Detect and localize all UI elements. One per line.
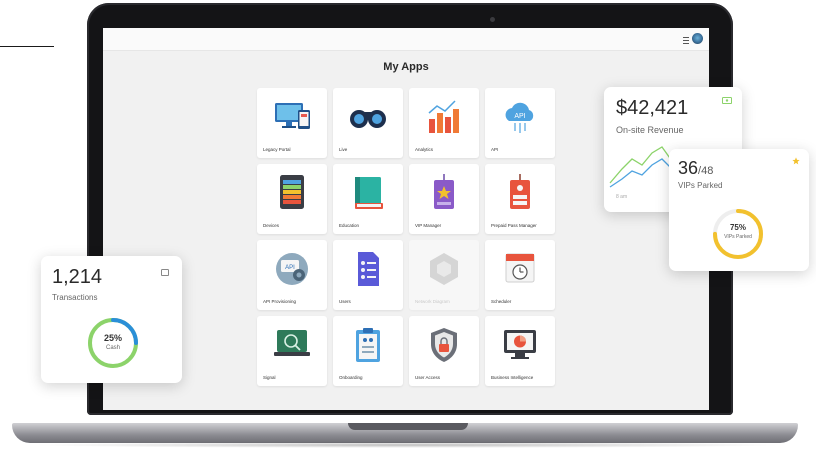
star-icon (792, 157, 800, 165)
revenue-value: $42,421 (616, 97, 689, 119)
app-tile-prepaid-pass-manager[interactable]: Prepaid Pass Manager (485, 164, 555, 234)
transactions-label: Transactions (52, 293, 98, 302)
app-label: Education (339, 223, 360, 228)
network-diagram-icon (430, 253, 458, 285)
app-label: Users (339, 299, 351, 304)
top-bar (103, 28, 709, 51)
monitor-devices-icon (275, 103, 310, 129)
shield-lock-icon (431, 328, 457, 362)
vip-ring-label: VIPs Parked (724, 234, 752, 240)
app-tile-business-intelligence[interactable]: Business Intelligence (485, 316, 555, 386)
app-tile-signal[interactable]: Signal (257, 316, 327, 386)
app-label: Legacy Portal (263, 147, 291, 152)
app-tile-legacy-portal[interactable]: Legacy Portal (257, 88, 327, 158)
page-title: My Apps (383, 61, 429, 73)
laptop-shadow (30, 442, 786, 448)
app-label: VIP Manager (415, 223, 442, 228)
app-label: Onboarding (339, 375, 363, 380)
vip-total: /48 (698, 165, 714, 177)
bi-monitor-icon (504, 330, 536, 359)
clipboard-icon (356, 328, 380, 362)
app-label: User Access (415, 375, 441, 380)
vip-badge-icon (434, 174, 454, 209)
app-tile-scheduler[interactable]: Scheduler (485, 240, 555, 310)
decorative-line (0, 46, 54, 47)
revenue-label: On-site Revenue (616, 125, 684, 135)
tablet-devices-icon (280, 175, 304, 209)
vip-count: 36 (678, 158, 699, 178)
card-icon (161, 269, 169, 276)
avatar[interactable] (692, 33, 703, 44)
app-tile-devices[interactable]: Devices (257, 164, 327, 234)
app-label: API Provisioning (263, 299, 297, 304)
app-tile-vip-manager[interactable]: VIP Manager (409, 164, 479, 234)
pass-tag-icon (510, 174, 530, 209)
app-label: Network Diagram (415, 299, 450, 304)
vip-card: 36/48 VIPs Parked 75% VIPs Parked (669, 149, 809, 271)
cash-icon (722, 97, 732, 104)
menu-icon[interactable] (683, 37, 689, 44)
binoculars-icon (350, 110, 386, 128)
app-label: Live (339, 147, 348, 152)
transactions-card: 1,214 Transactions 25% Cash (41, 256, 182, 383)
app-label: API (491, 147, 499, 152)
app-tile-api[interactable]: API API (485, 88, 555, 158)
book-icon (355, 177, 383, 209)
revenue-time-label: 8 am (616, 194, 628, 200)
app-tile-analytics[interactable]: Analytics (409, 88, 479, 158)
signal-monitor-icon (274, 330, 310, 356)
app-label: Business Intelligence (491, 375, 534, 380)
app-tile-users[interactable]: Users (333, 240, 403, 310)
transactions-value: 1,214 (52, 266, 103, 288)
app-label: Scheduler (491, 299, 512, 304)
app-tile-live[interactable]: Live (333, 88, 403, 158)
svg-text:API: API (285, 265, 295, 271)
vip-ring-value: 75% (729, 223, 746, 232)
app-tile-network-diagram[interactable]: Network Diagram (409, 240, 479, 310)
transactions-ring-label: Cash (105, 345, 120, 351)
app-tile-user-access[interactable]: User Access (409, 316, 479, 386)
app-tile-onboarding[interactable]: Onboarding (333, 316, 403, 386)
transactions-ring-value: 25% (103, 333, 122, 343)
api-gear-icon: API (276, 253, 308, 285)
vip-value: 36/48 (678, 158, 713, 179)
app-label: Signal (263, 375, 276, 380)
cloud-api-icon: API (505, 102, 534, 133)
calendar-clock-icon (505, 253, 535, 283)
app-screen: My Apps Legacy Portal Live Analytics API… (103, 28, 709, 410)
users-document-icon (358, 252, 379, 286)
app-label: Devices (263, 223, 280, 228)
app-tile-api-provisioning[interactable]: API API Provisioning (257, 240, 327, 310)
laptop-notch (348, 423, 468, 430)
app-tile-education[interactable]: Education (333, 164, 403, 234)
svg-text:API: API (514, 113, 525, 120)
vip-label: VIPs Parked (678, 181, 723, 190)
bar-chart-icon (428, 100, 459, 133)
transactions-progress-ring (88, 318, 138, 368)
app-label: Prepaid Pass Manager (491, 223, 537, 228)
app-label: Analytics (415, 147, 434, 152)
camera-icon (490, 17, 495, 22)
